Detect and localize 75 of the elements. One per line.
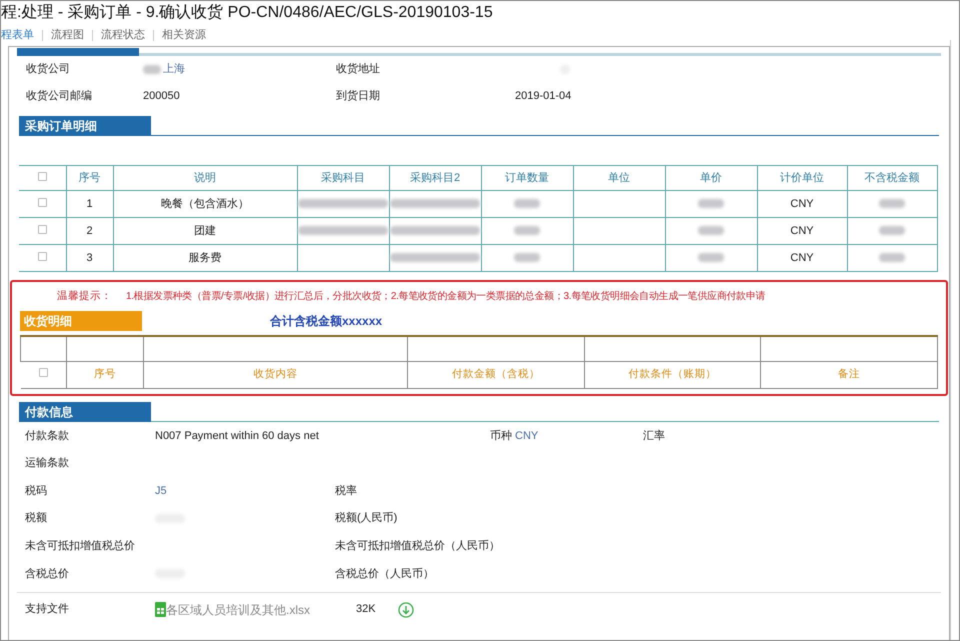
column-header: 单位: [573, 166, 665, 190]
blurred-value: [879, 226, 905, 236]
blurred-value: [514, 199, 540, 208]
section-header: 采购订单明细: [19, 116, 151, 136]
table-cell: 1: [66, 190, 113, 218]
column-header: 单价: [665, 166, 757, 190]
column-header: 说明: [113, 166, 297, 190]
table-cell: CNY: [757, 218, 847, 244]
table-cell: 团建: [113, 218, 297, 244]
table-cell: 2: [66, 218, 113, 244]
table-cell: CNY: [757, 244, 847, 272]
column-header: 序号: [66, 166, 113, 190]
field-value: 上海: [163, 62, 185, 78]
blurred-value: [879, 253, 905, 262]
blurred-value: [879, 199, 905, 208]
tab[interactable]: 相关资源: [162, 26, 206, 44]
field-label: 税率: [335, 484, 357, 499]
spreadsheet-icon: [155, 602, 166, 618]
blurred-value: [698, 199, 724, 208]
field-label: 未含可抵扣增值税总价（人民币）: [335, 538, 500, 554]
tab[interactable]: 程表单: [1, 26, 34, 44]
download-icon[interactable]: [398, 602, 414, 618]
select-all-checkbox[interactable]: [38, 172, 47, 181]
field-label: 税额: [25, 510, 48, 526]
column-header: 采购科目: [297, 166, 389, 190]
file-size: 32K: [356, 602, 377, 618]
field-label: 未含可抵扣增值税总价: [25, 538, 136, 554]
field-label: 税额(人民币): [335, 510, 398, 526]
field-value: 2019-01-04: [515, 90, 572, 102]
table-cell: 3: [66, 244, 113, 272]
field-value: J5: [155, 484, 167, 497]
field-label: 支持文件: [25, 602, 70, 618]
field-value: 200050: [143, 89, 180, 104]
tab[interactable]: 流程状态: [101, 26, 145, 44]
notice-label: 温馨提示：: [56, 289, 112, 304]
checkbox[interactable]: [38, 224, 47, 234]
field-label: 运输条款: [25, 456, 70, 472]
checkbox[interactable]: [38, 252, 47, 261]
field-label: 付款条款: [25, 428, 70, 444]
section-header: 收货明细: [20, 311, 142, 331]
table-cell: CNY: [757, 190, 847, 218]
column-header: 付款条件（账期）: [584, 361, 761, 388]
blurred-value: [698, 226, 724, 236]
window-title: 程:处理 - 采购订单 - 9.确认收货 PO-CN/0486/AEC/GLS-20190103-15: [0, 2, 494, 23]
field-label: 收货公司: [26, 62, 71, 78]
field-value: N007 Payment within 60 days net: [155, 428, 320, 444]
column-header: 备注: [760, 361, 938, 388]
notice-text: 1.根据发票种类（普票/专票/收据）进行汇总后，分批次收货；2.每笔收货的金额为一类票据的总金额；3.每笔收货明细会自动生成一笔供应商付款申请: [126, 290, 766, 304]
field-label: 币种: [490, 428, 513, 444]
column-header: 计价单位: [757, 166, 847, 190]
checkbox[interactable]: [38, 368, 48, 377]
field-label: 收货公司邮编: [26, 89, 93, 104]
field-label: 收货地址: [336, 62, 381, 78]
column-header: 订单数量: [481, 166, 573, 190]
column-header: 收货内容: [143, 361, 408, 388]
table-cell: 服务费: [113, 244, 297, 272]
column-header: 付款金额（含税）: [408, 361, 584, 388]
column-header: 采购科目2: [389, 166, 481, 190]
file-link[interactable]: 各区域人员培训及其他.xlsx: [166, 600, 356, 619]
field-label: 到货日期: [336, 89, 381, 104]
table-cell: 晚餐（包含酒水）: [113, 190, 297, 218]
field-label: 税码: [25, 484, 48, 499]
field-label: 汇率: [643, 428, 665, 444]
field-value: CNY: [515, 428, 540, 444]
section-header: 付款信息: [19, 402, 151, 422]
column-header: 不含税金额: [847, 166, 937, 190]
blurred-value: [514, 226, 540, 236]
blurred-value: [514, 253, 540, 262]
field-label: 含税总价（人民币）: [335, 566, 434, 582]
column-header: 序号: [66, 361, 144, 388]
checkbox[interactable]: [38, 198, 47, 207]
field-label: 含税总价: [25, 566, 70, 582]
total-amount: 合计含税金额xxxxxx: [270, 313, 382, 330]
blurred-value: [698, 253, 724, 262]
tab[interactable]: 流程图: [51, 26, 84, 44]
